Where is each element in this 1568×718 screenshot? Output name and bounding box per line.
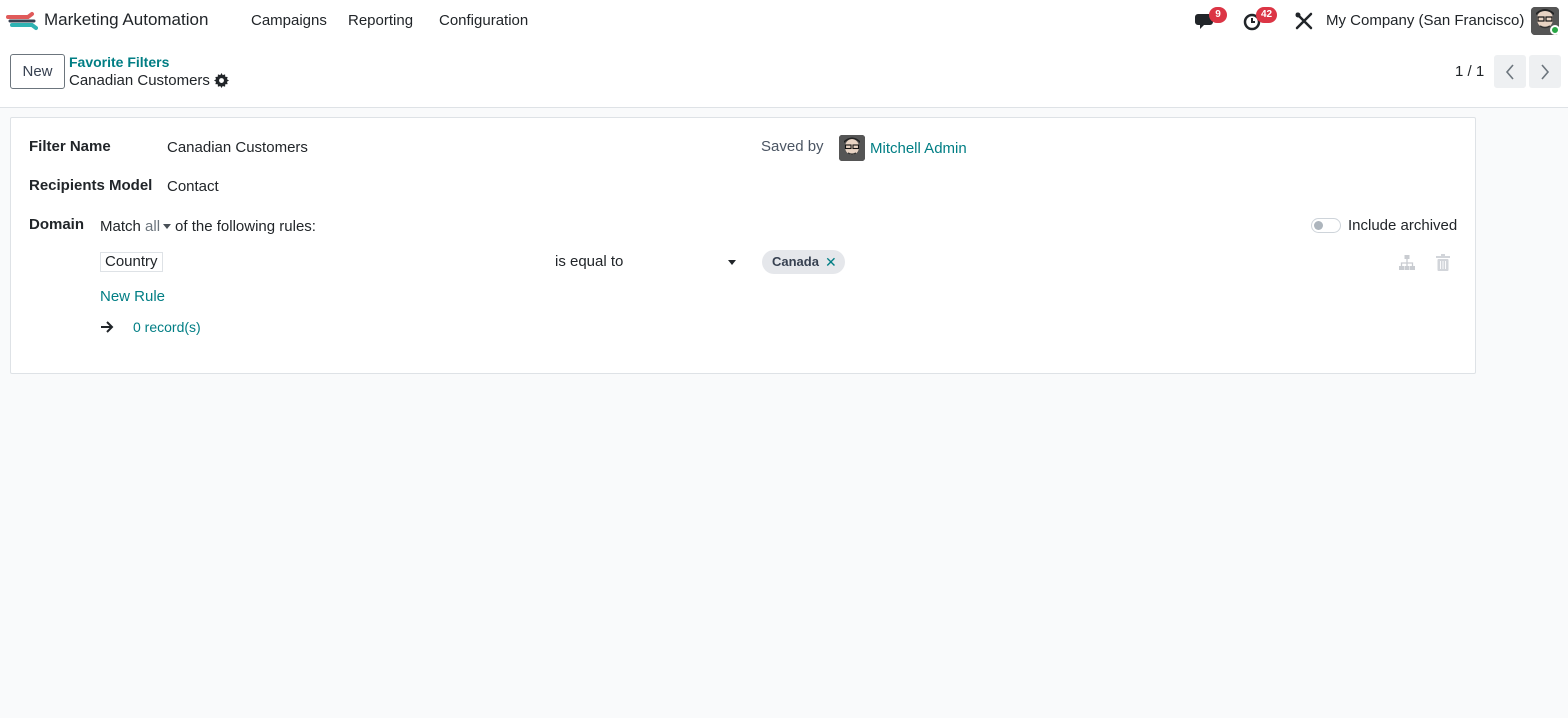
toggle-knob [1314,221,1323,230]
domain-label: Domain [29,216,85,233]
online-status-dot [1550,25,1560,35]
new-rule-button[interactable]: New Rule [100,288,165,305]
chevron-right-icon [1541,63,1550,80]
tag-label: Canada [772,254,819,269]
pager-next-button[interactable] [1529,55,1561,88]
recipients-model-label: Recipients Model [29,177,153,194]
breadcrumb-current: Canadian Customers [69,72,210,89]
pager-value[interactable]: 1 / 1 [1455,63,1484,80]
rule-field-selector[interactable]: Country [100,252,163,272]
new-button[interactable]: New [10,54,65,89]
control-panel: New Favorite Filters Canadian Customers … [0,42,1568,108]
top-navbar: Marketing Automation Campaigns Reporting… [0,0,1568,42]
match-suffix: of the following rules: [175,218,316,235]
include-archived-toggle[interactable] [1311,218,1341,233]
tag-remove-icon[interactable]: ✕ [825,250,837,274]
chevron-left-icon [1505,63,1514,80]
company-switcher[interactable]: My Company (San Francisco) [1326,12,1524,29]
menu-reporting[interactable]: Reporting [348,12,413,29]
domain-match-line: Match all of the following rules: [100,218,316,235]
form-sheet: Filter Name Canadian Customers Saved by … [10,117,1476,374]
app-logo[interactable] [6,11,38,31]
recipients-model-field[interactable]: Contact [167,178,219,195]
saved-by-user-link[interactable]: Mitchell Admin [870,140,967,157]
app-name[interactable]: Marketing Automation [44,10,208,30]
saved-by-label: Saved by [761,138,824,155]
gear-icon[interactable] [214,73,229,88]
rule-operator-select[interactable]: is equal to [555,253,623,270]
filter-name-label: Filter Name [29,138,111,155]
chevron-down-icon[interactable] [163,223,172,229]
tools-icon[interactable] [1293,11,1315,31]
hierarchy-icon[interactable] [1398,254,1416,272]
messages-badge: 9 [1209,7,1227,23]
arrow-right-icon [101,321,114,333]
pager-previous-button[interactable] [1494,55,1526,88]
saved-by-avatar [839,135,865,161]
include-archived-label: Include archived [1348,217,1458,234]
activities-badge: 42 [1256,7,1278,23]
match-prefix: Match [100,218,141,235]
menu-configuration[interactable]: Configuration [439,12,528,29]
records-count-link[interactable]: 0 record(s) [133,319,201,335]
rule-value-tag: Canada ✕ [762,250,845,274]
breadcrumb-favorite-filters[interactable]: Favorite Filters [69,54,169,70]
menu-campaigns[interactable]: Campaigns [251,12,327,29]
filter-name-field[interactable]: Canadian Customers [167,139,308,156]
match-mode-select[interactable]: all [145,218,160,235]
operator-dropdown-icon[interactable] [728,260,736,265]
trash-icon[interactable] [1436,254,1450,271]
